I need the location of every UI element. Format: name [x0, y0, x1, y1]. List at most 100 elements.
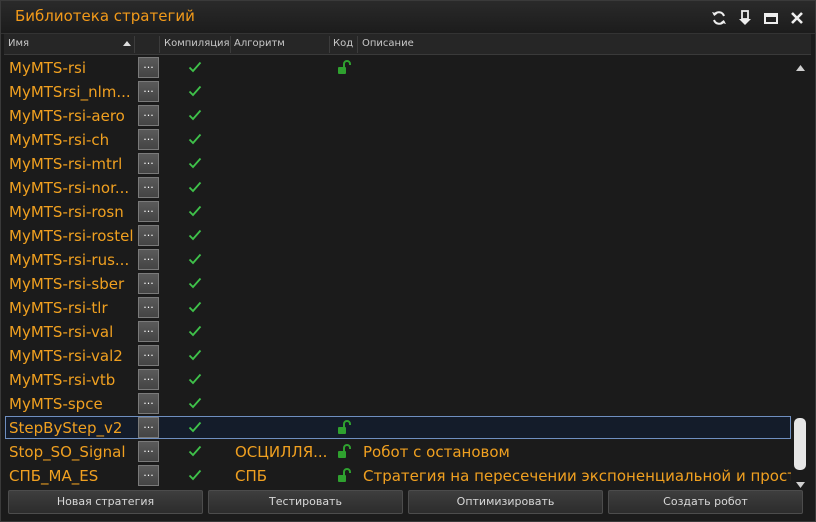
column-divider: [329, 36, 330, 53]
strategy-settings-button[interactable]: ...: [138, 153, 159, 174]
compiled-check-icon: [188, 325, 202, 337]
open-lock-icon[interactable]: [337, 468, 351, 483]
compiled-check-icon: [188, 421, 202, 433]
scroll-thumb[interactable]: [794, 418, 806, 470]
strategy-row[interactable]: MyMTS-rsi-nor......: [4, 176, 793, 200]
strategy-description: [363, 345, 791, 367]
strategy-settings-button[interactable]: ...: [138, 441, 159, 462]
strategy-description: [363, 249, 791, 271]
strategy-description: [363, 225, 791, 247]
strategy-algorithm: [235, 177, 330, 199]
compiled-check-icon: [188, 109, 202, 121]
open-lock-icon[interactable]: [337, 420, 351, 435]
column-header-name[interactable]: Имя: [8, 38, 29, 49]
strategy-name: MyMTS-rsi-nor...: [9, 179, 130, 197]
strategy-row[interactable]: MyMTS-rsi-aero...: [4, 104, 793, 128]
strategy-settings-button[interactable]: ...: [138, 177, 159, 198]
create-robot-button[interactable]: Создать робот: [608, 490, 803, 514]
column-header-desc[interactable]: Описание: [362, 38, 414, 49]
strategy-settings-button[interactable]: ...: [138, 273, 159, 294]
strategy-row[interactable]: MyMTS-rsi-rosn...: [4, 200, 793, 224]
strategy-settings-button[interactable]: ...: [138, 465, 159, 486]
compiled-check-icon: [188, 133, 202, 145]
strategy-row[interactable]: MyMTS-rsi...: [4, 56, 793, 80]
strategy-description: [363, 297, 791, 319]
strategy-name: MyMTS-rsi-ch: [9, 131, 110, 149]
strategy-row[interactable]: MyMTS-rsi-ch...: [4, 128, 793, 152]
strategy-row[interactable]: StepByStep_v2...: [4, 416, 793, 440]
strategy-settings-button[interactable]: ...: [138, 345, 159, 366]
strategy-description: Робот с остановом: [363, 443, 510, 461]
strategy-name: MyMTS-rsi-tlr: [9, 299, 108, 317]
refresh-icon[interactable]: [709, 8, 729, 28]
strategy-settings-button[interactable]: ...: [138, 129, 159, 150]
strategy-algorithm: [235, 369, 330, 391]
close-icon[interactable]: [787, 8, 807, 28]
strategy-row[interactable]: СПБ_MA_ES... СПБ Стратегия на пересечении …: [4, 464, 793, 488]
strategy-row[interactable]: MyMTS-rsi-val...: [4, 320, 793, 344]
column-header-compile[interactable]: Компиляция: [164, 38, 230, 49]
strategy-settings-button[interactable]: ...: [138, 393, 159, 414]
strategy-description: [363, 105, 791, 127]
column-divider: [159, 36, 160, 53]
test-button[interactable]: Тестировать: [208, 490, 403, 514]
column-divider: [230, 36, 231, 53]
strategy-description: [363, 177, 791, 199]
strategy-row[interactable]: MyMTS-rsi-val2...: [4, 344, 793, 368]
strategy-settings-button[interactable]: ...: [138, 249, 159, 270]
strategy-row[interactable]: MyMTS-rsi-mtrl...: [4, 152, 793, 176]
strategy-row[interactable]: MyMTS-rsi-sber...: [4, 272, 793, 296]
title-bar[interactable]: Библиотека стратегий: [1, 1, 815, 34]
compiled-check-icon: [188, 469, 202, 481]
strategy-settings-button[interactable]: ...: [138, 321, 159, 342]
strategy-settings-button[interactable]: ...: [138, 369, 159, 390]
column-header-algo[interactable]: Алгоритм: [234, 38, 285, 49]
column-header-code[interactable]: Код: [333, 38, 353, 49]
strategy-name: MyMTS-rsi-rosn: [9, 203, 124, 221]
strategy-algorithm: [235, 417, 330, 439]
compiled-check-icon: [188, 181, 202, 193]
strategy-algorithm: [235, 129, 330, 151]
strategy-algorithm: [235, 297, 330, 319]
strategy-row[interactable]: MyMTS-rsi-rus......: [4, 248, 793, 272]
strategy-settings-button[interactable]: ...: [138, 297, 159, 318]
strategy-settings-button[interactable]: ...: [138, 417, 159, 438]
strategy-row[interactable]: MyMTSrsi_nlm......: [4, 80, 793, 104]
compiled-check-icon: [188, 445, 202, 457]
strategy-algorithm: [235, 153, 330, 175]
strategy-description: Стратегия на пересечении экспоненциально…: [363, 467, 791, 485]
strategy-settings-button[interactable]: ...: [138, 201, 159, 222]
strategy-settings-button[interactable]: ...: [138, 81, 159, 102]
pin-down-icon[interactable]: [735, 8, 755, 28]
new-strategy-button[interactable]: Новая стратегия: [8, 490, 203, 514]
strategy-row[interactable]: Stop_SO_Signal... ОСЦИЛЛЯ... Робот с остан…: [4, 440, 793, 464]
column-divider: [134, 36, 135, 53]
strategy-row[interactable]: MyMTS-spce...: [4, 392, 793, 416]
strategy-name: MyMTS-rsi-mtrl: [9, 155, 123, 173]
scroll-down-arrow-icon[interactable]: [795, 475, 806, 488]
strategy-settings-button[interactable]: ...: [138, 225, 159, 246]
strategy-settings-button[interactable]: ...: [138, 105, 159, 126]
sort-ascending-icon: [123, 41, 131, 46]
strategy-row[interactable]: MyMTS-rsi-tlr...: [4, 296, 793, 320]
strategy-algorithm: [235, 345, 330, 367]
strategy-settings-button[interactable]: ...: [138, 57, 159, 78]
open-lock-icon[interactable]: [337, 444, 351, 459]
compiled-check-icon: [188, 85, 202, 97]
strategy-name: MyMTS-rsi-val: [9, 323, 114, 341]
minimize-icon[interactable]: [761, 8, 781, 28]
strategy-row[interactable]: MyMTS-rsi-rostel...: [4, 224, 793, 248]
strategy-row[interactable]: MyMTS-rsi-vtb...: [4, 368, 793, 392]
compiled-check-icon: [188, 229, 202, 241]
strategy-algorithm: [235, 105, 330, 127]
strategy-description: [363, 129, 791, 151]
optimize-button[interactable]: Оптимизировать: [408, 490, 603, 514]
strategy-name: MyMTS-rsi-vtb: [9, 371, 116, 389]
strategy-description: [363, 273, 791, 295]
scroll-up-arrow-icon[interactable]: [795, 58, 806, 71]
vertical-scrollbar[interactable]: [792, 56, 809, 488]
open-lock-icon[interactable]: [337, 60, 351, 75]
strategy-description: [363, 153, 791, 175]
strategy-list: MyMTS-rsi... MyMTSrsi_nlm...... MyMTS-rsi-…: [4, 56, 793, 488]
strategy-algorithm: СПБ: [235, 467, 268, 485]
